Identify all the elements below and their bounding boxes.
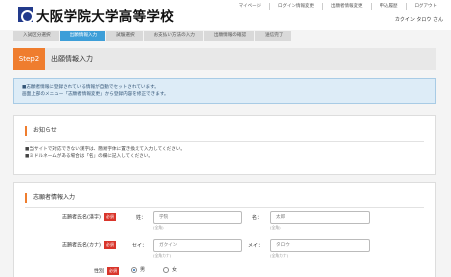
name-kanji-label: 志願者氏名(漢字) 必須: [62, 213, 116, 221]
sei-kana-label: セイ：: [132, 243, 148, 249]
step-item-active: 出願情報入力: [59, 31, 106, 41]
last-name-kanji-input[interactable]: 学院: [153, 211, 242, 224]
nav-mypage-link[interactable]: マイページ: [231, 3, 269, 10]
mei-hint: (全角): [270, 225, 281, 230]
info-line: 画面上部のメニュー「志願者情報変更」から登録内容を修正できます。: [22, 92, 169, 97]
notice-line: ■ミドルネームがある場合は「名」の欄に記入してください。: [25, 154, 153, 159]
mei-kana-hint: (全角カナ): [270, 253, 289, 258]
gender-label: 性別 必須: [94, 267, 120, 275]
applicant-section-title: 志願者情報入力: [25, 193, 75, 203]
divider: [25, 207, 424, 208]
page-title-bar: Step2 出願情報入力: [13, 48, 436, 70]
step-item: 試験選択: [106, 31, 143, 41]
site-header: 大阪学院大学高等学校 マイページ ログイン情報変更 出願者情報変更 申込履歴 ロ…: [0, 0, 451, 30]
gender-female-option[interactable]: 女: [163, 266, 177, 273]
applicant-info-panel: 志願者情報入力 志願者氏名(漢字) 必須 姓： 学院 (全角) 名： 太郎 (全角…: [13, 182, 436, 277]
radio-unselected-icon[interactable]: [163, 266, 169, 273]
required-badge: 必須: [107, 267, 120, 275]
page-title: 出願情報入力: [51, 55, 93, 63]
sei-kana-hint: (全角カナ): [153, 253, 172, 258]
step-progress: 入試区分選択 出願情報入力 試験選択 お支払い方法の入力 出願情報の確認 送信完…: [13, 31, 292, 41]
nav-applicant-info-link[interactable]: 出願者情報変更: [322, 3, 371, 10]
step-item: 入試区分選択: [13, 31, 59, 41]
last-name-kana-input[interactable]: ガクイン: [153, 239, 242, 252]
nav-logout-link[interactable]: ログアウト: [405, 3, 446, 10]
step-item: 送信完了: [255, 31, 292, 41]
nav-login-info-link[interactable]: ログイン情報変更: [269, 3, 322, 10]
notice-panel: お知らせ ■当サイトで対応できない漢字は、簡易字体に置き換えて入力してください。…: [13, 115, 436, 175]
sei-label: 姓：: [136, 215, 147, 221]
info-line: ■志願者情報に登録されている情報が自動でセットされています。: [22, 85, 159, 90]
gender-male-option[interactable]: 男: [131, 266, 145, 273]
sei-hint: (全角): [153, 225, 164, 230]
info-message: ■志願者情報に登録されている情報が自動でセットされています。 画面上部のメニュー…: [13, 78, 436, 104]
top-navigation: マイページ ログイン情報変更 出願者情報変更 申込履歴 ログアウト: [231, 3, 445, 10]
required-badge: 必須: [103, 213, 116, 221]
step-item: 出願情報の確認: [203, 31, 255, 41]
required-badge: 必須: [103, 241, 116, 249]
name-kana-label: 志願者氏名(カナ) 必須: [62, 241, 116, 249]
school-logo-icon[interactable]: [18, 7, 34, 23]
step-badge: Step2: [13, 48, 45, 70]
notice-line: ■当サイトで対応できない漢字は、簡易字体に置き換えて入力してください。: [25, 147, 186, 152]
step-item: お支払い方法の入力: [143, 31, 203, 41]
notice-title: お知らせ: [25, 126, 57, 136]
radio-selected-icon[interactable]: [131, 266, 137, 273]
divider: [25, 141, 424, 142]
mei-kana-label: メイ：: [248, 243, 264, 249]
nav-history-link[interactable]: 申込履歴: [370, 3, 406, 10]
user-name: カクイン タロウ さん: [394, 17, 443, 23]
mei-label: 名：: [252, 215, 263, 221]
school-name[interactable]: 大阪学院大学高等学校: [36, 5, 174, 25]
first-name-kanji-input[interactable]: 太郎: [270, 211, 370, 224]
first-name-kana-input[interactable]: タロウ: [270, 239, 370, 252]
